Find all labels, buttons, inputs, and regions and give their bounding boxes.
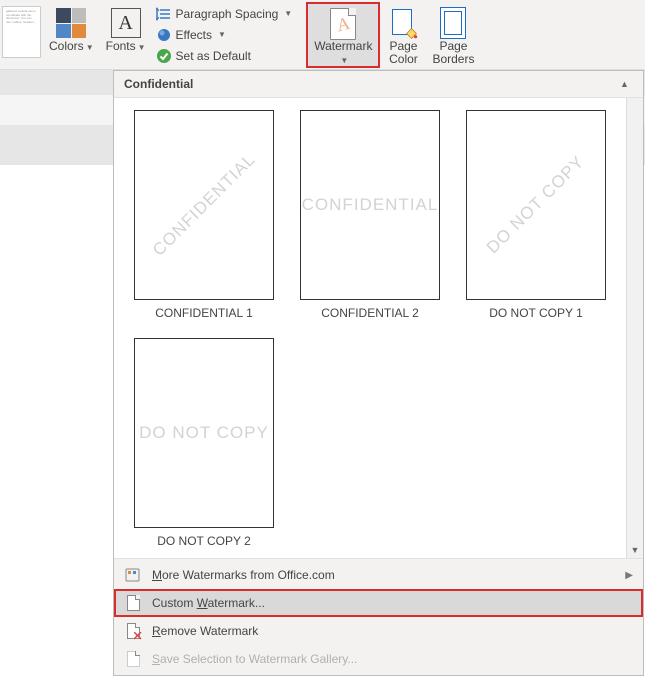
watermark-button[interactable]: A Watermark▼: [306, 2, 380, 68]
colors-button[interactable]: Colors▼: [43, 2, 100, 68]
page-color-label: Page Color: [389, 40, 418, 66]
watermark-preview-text: DO NOT COPY: [139, 423, 269, 443]
save-page-icon: [124, 650, 142, 668]
more-watermarks-item[interactable]: More Watermarks from Office.com ▶: [114, 561, 643, 589]
gallery-scrollbar[interactable]: ▼: [626, 98, 643, 558]
effects-icon: [156, 27, 172, 43]
fonts-icon: A: [111, 8, 141, 38]
page-icon: [124, 594, 142, 612]
colors-icon: [56, 8, 86, 38]
page-color-button[interactable]: Page Color: [380, 2, 426, 68]
watermark-dropdown: Confidential ▲ CONFIDENTIAL CONFIDENTIAL…: [113, 70, 644, 676]
paragraph-spacing-icon: [156, 6, 172, 22]
more-watermarks-label: More Watermarks from Office.com: [152, 568, 615, 582]
submenu-arrow-icon: ▶: [625, 570, 633, 581]
office-icon: [124, 566, 142, 584]
dropdown-section-title: Confidential: [124, 77, 193, 91]
document-snippet: galleries include items coordinate with …: [2, 6, 41, 58]
chevron-down-icon: ▼: [86, 43, 94, 52]
themes-small-options: Paragraph Spacing ▼ Effects ▼ Set as Def…: [152, 2, 297, 68]
custom-watermark-label: Custom Watermark...: [152, 596, 633, 610]
watermark-tile[interactable]: CONFIDENTIAL CONFIDENTIAL 1: [134, 110, 274, 320]
remove-page-icon: [124, 622, 142, 640]
watermark-tile[interactable]: CONFIDENTIAL CONFIDENTIAL 2: [300, 110, 440, 320]
page-borders-icon: [440, 7, 466, 39]
set-default-label: Set as Default: [176, 49, 251, 63]
page-borders-label: Page Borders: [432, 40, 474, 66]
watermark-preview-text: DO NOT COPY: [483, 152, 589, 258]
page-borders-button[interactable]: Page Borders: [426, 2, 480, 68]
effects-label: Effects: [176, 28, 212, 42]
watermark-tile[interactable]: DO NOT COPY DO NOT COPY 2: [134, 338, 274, 548]
fonts-label: Fonts▼: [106, 40, 146, 54]
custom-watermark-item[interactable]: Custom Watermark...: [114, 589, 643, 617]
chevron-down-icon: ▼: [284, 9, 292, 18]
set-default-button[interactable]: Set as Default: [156, 47, 293, 66]
chevron-down-icon: ▼: [218, 30, 226, 39]
paragraph-spacing-label: Paragraph Spacing: [176, 7, 279, 21]
check-circle-icon: [156, 48, 172, 64]
chevron-down-icon: ▼: [138, 43, 146, 52]
colors-label: Colors▼: [49, 40, 94, 54]
watermark-preview-text: CONFIDENTIAL: [149, 150, 260, 261]
watermark-caption: DO NOT COPY 1: [489, 306, 583, 320]
watermark-preview-text: CONFIDENTIAL: [302, 195, 439, 215]
watermark-tile[interactable]: DO NOT COPY DO NOT COPY 1: [466, 110, 606, 320]
fonts-button[interactable]: A Fonts▼: [100, 2, 152, 68]
save-selection-label: Save Selection to Watermark Gallery...: [152, 652, 633, 666]
save-selection-item: Save Selection to Watermark Gallery...: [114, 645, 643, 673]
watermark-gallery: CONFIDENTIAL CONFIDENTIAL 1 CONFIDENTIAL…: [114, 98, 626, 558]
watermark-label: Watermark▼: [314, 40, 372, 67]
remove-watermark-label: Remove Watermark: [152, 624, 633, 638]
watermark-caption: CONFIDENTIAL 2: [321, 306, 419, 320]
watermark-caption: CONFIDENTIAL 1: [155, 306, 253, 320]
page-color-icon: [390, 7, 416, 39]
scroll-up-button[interactable]: ▲: [616, 76, 633, 92]
effects-button[interactable]: Effects ▼: [156, 25, 293, 44]
watermark-icon: A: [330, 8, 356, 40]
chevron-down-icon: ▼: [340, 56, 348, 65]
watermark-caption: DO NOT COPY 2: [157, 534, 251, 548]
ribbon: galleries include items coordinate with …: [0, 0, 645, 70]
scroll-down-button[interactable]: ▼: [627, 542, 643, 558]
remove-watermark-item[interactable]: Remove Watermark: [114, 617, 643, 645]
dropdown-menu: More Watermarks from Office.com ▶ Custom…: [114, 559, 643, 675]
paragraph-spacing-button[interactable]: Paragraph Spacing ▼: [156, 4, 293, 23]
